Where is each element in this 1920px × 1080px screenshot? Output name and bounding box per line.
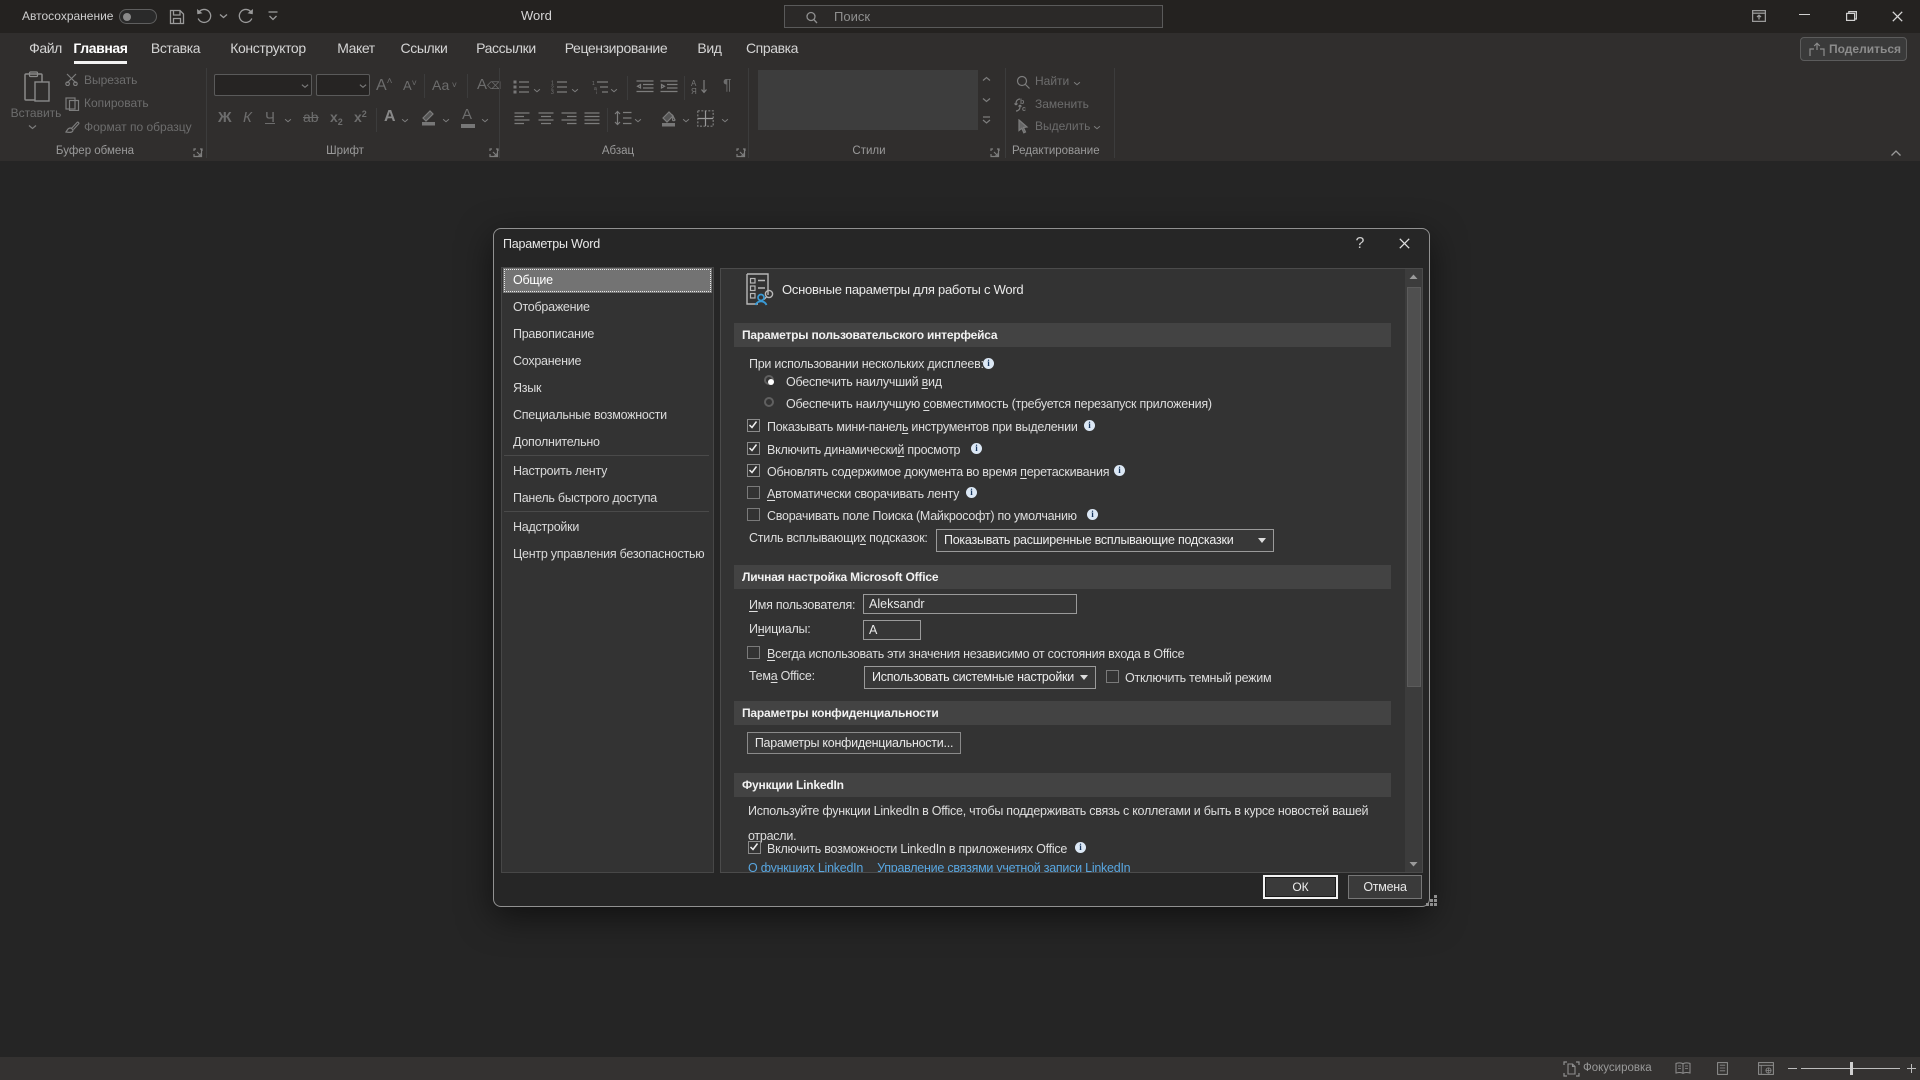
svg-text:3: 3 xyxy=(551,90,554,94)
svg-text:c: c xyxy=(1022,106,1026,112)
svg-text:i: i xyxy=(596,91,597,95)
svg-text:Я: Я xyxy=(691,87,697,95)
